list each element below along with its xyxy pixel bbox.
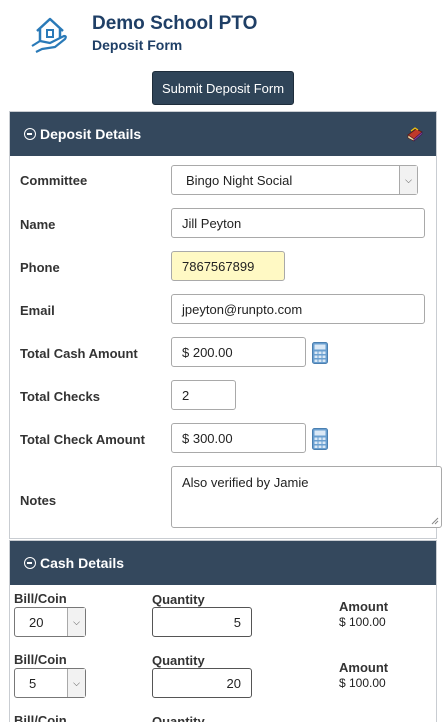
name-input[interactable]: Jill Peyton: [171, 208, 425, 238]
total-check-amount-row: Total Check Amount $ 300.00: [20, 423, 430, 455]
quantity-label: Quantity: [152, 592, 205, 607]
amount-label: Amount: [339, 599, 389, 614]
chevron-down-icon[interactable]: ⌵: [399, 166, 417, 194]
committee-label: Committee: [20, 173, 88, 188]
committee-value: Bingo Night Social: [186, 172, 293, 188]
amount-value: $ 100.00: [339, 676, 386, 690]
phone-label: Phone: [20, 260, 60, 275]
cash-details-title: Cash Details: [40, 555, 125, 571]
quantity-input[interactable]: 20: [152, 668, 252, 698]
bill-coin-value: 20: [29, 614, 44, 630]
quantity-label: Quantity: [152, 653, 205, 668]
name-label: Name: [20, 217, 56, 232]
deposit-details-header[interactable]: Deposit Details: [10, 112, 436, 156]
notes-value: Also verified by Jamie: [182, 475, 309, 490]
phone-row: Phone 7867567899: [20, 251, 430, 283]
book-icon[interactable]: [406, 126, 424, 142]
total-cash-label: Total Cash Amount: [20, 346, 138, 361]
house-hand-icon: [31, 17, 67, 53]
total-checks-row: Total Checks 2: [20, 380, 430, 412]
total-check-amount-input[interactable]: $ 300.00: [171, 423, 306, 453]
email-label: Email: [20, 303, 55, 318]
chevron-down-icon[interactable]: ⌵: [67, 608, 85, 636]
phone-input[interactable]: 7867567899: [171, 251, 285, 281]
calculator-icon[interactable]: [312, 428, 328, 450]
deposit-details-panel: Deposit Details Committee Bingo Night So…: [9, 111, 442, 539]
notes-label: Notes: [20, 493, 57, 508]
notes-row: Notes Also verified by Jamie: [20, 466, 442, 530]
app-header: Demo School PTO Deposit Form: [0, 0, 442, 64]
form-name: Deposit Form: [92, 37, 183, 53]
quantity-label: Quantity: [152, 714, 205, 722]
bill-coin-label: Bill/Coin: [14, 591, 67, 606]
committee-row: Committee Bingo Night Social ⌵: [20, 164, 430, 198]
chevron-down-icon[interactable]: ⌵: [67, 669, 85, 697]
cash-details-panel: Cash Details Bill/Coin 20 ⌵ Quantity 5 A…: [9, 540, 437, 722]
total-checks-input[interactable]: 2: [171, 380, 236, 410]
collapse-icon[interactable]: [24, 128, 36, 140]
quantity-input[interactable]: 5: [152, 607, 252, 637]
deposit-details-title: Deposit Details: [40, 126, 142, 142]
org-name: Demo School PTO: [92, 13, 258, 34]
bill-coin-label: Bill/Coin: [14, 652, 67, 667]
bill-coin-select[interactable]: 5 ⌵: [14, 668, 86, 698]
committee-select[interactable]: Bingo Night Social ⌵: [171, 165, 418, 195]
total-check-amount-label: Total Check Amount: [20, 432, 145, 447]
cash-details-header[interactable]: Cash Details: [10, 541, 436, 585]
calculator-icon[interactable]: [312, 342, 328, 364]
total-cash-row: Total Cash Amount $ 200.00: [20, 337, 430, 369]
amount-label: Amount: [339, 660, 389, 675]
collapse-icon[interactable]: [24, 557, 36, 569]
amount-value: $ 100.00: [339, 615, 386, 629]
name-row: Name Jill Peyton: [20, 208, 430, 240]
total-checks-label: Total Checks: [20, 389, 100, 404]
bill-coin-value: 5: [29, 675, 37, 691]
bill-coin-select[interactable]: 20 ⌵: [14, 607, 86, 637]
email-row: Email jpeyton@runpto.com: [20, 294, 430, 326]
total-cash-input[interactable]: $ 200.00: [171, 337, 306, 367]
submit-deposit-button[interactable]: Submit Deposit Form: [152, 71, 294, 105]
email-input[interactable]: jpeyton@runpto.com: [171, 294, 425, 324]
bill-coin-label: Bill/Coin: [14, 713, 67, 722]
notes-textarea[interactable]: Also verified by Jamie: [171, 466, 442, 528]
resize-grip-icon[interactable]: [431, 517, 439, 525]
